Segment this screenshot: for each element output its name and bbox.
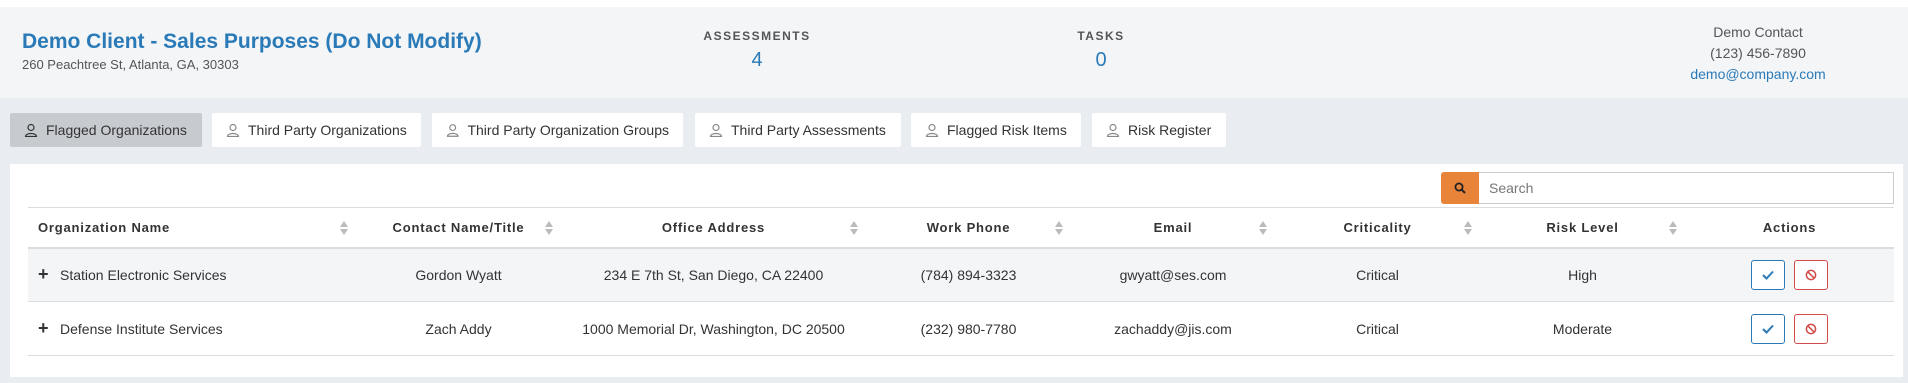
- ban-icon: [1806, 269, 1817, 281]
- sort-icon[interactable]: [850, 221, 858, 235]
- ban-icon: [1806, 323, 1817, 334]
- organization-name-cell: + Station Electronic Services: [28, 247, 356, 302]
- user-icon: [226, 123, 240, 137]
- sort-icon[interactable]: [1259, 221, 1267, 235]
- sort-icon[interactable]: [1055, 221, 1063, 235]
- table-header-row: Organization Name Contact Name/Title Off…: [28, 207, 1894, 249]
- check-icon: [1761, 324, 1774, 334]
- approve-button[interactable]: [1750, 313, 1785, 344]
- risk-level-cell: Moderate: [1480, 301, 1685, 356]
- tab-label: Third Party Organization Groups: [467, 122, 669, 138]
- user-icon: [709, 123, 723, 137]
- expand-plus-icon[interactable]: +: [38, 318, 50, 339]
- expand-plus-icon[interactable]: +: [38, 264, 50, 285]
- column-header-organization-name[interactable]: Organization Name: [28, 207, 356, 249]
- phone-cell: (784) 894-3323: [866, 247, 1071, 302]
- user-icon: [446, 124, 459, 137]
- user-icon: [925, 123, 939, 137]
- search-icon: [1454, 182, 1466, 194]
- client-name: Demo Client - Sales Purposes (Do Not Mod…: [22, 30, 482, 53]
- tab-label: Risk Register: [1128, 122, 1212, 138]
- tab-third-party-organization-groups[interactable]: Third Party Organization Groups: [432, 113, 683, 147]
- column-header-work-phone[interactable]: Work Phone: [866, 207, 1071, 249]
- sort-icon[interactable]: [1669, 221, 1677, 235]
- approve-button[interactable]: [1750, 259, 1785, 290]
- criticality-cell: Critical: [1275, 301, 1480, 356]
- table-row[interactable]: + Defense Institute Services Zach Addy 10…: [28, 301, 1894, 356]
- tab-label: Third Party Organizations: [248, 122, 407, 138]
- address-cell: 234 E 7th St, San Diego, CA 22400: [561, 247, 866, 302]
- stat-value: 4: [751, 49, 763, 71]
- risk-level-cell: High: [1480, 247, 1685, 302]
- column-header-criticality[interactable]: Criticality: [1275, 207, 1480, 249]
- check-icon: [1761, 270, 1774, 280]
- contact-email-link[interactable]: demo@company.com: [1658, 64, 1858, 85]
- user-icon: [1106, 123, 1120, 137]
- column-header-contact[interactable]: Contact Name/Title: [356, 207, 561, 249]
- actions-cell: [1685, 301, 1894, 356]
- stat-value: 0: [1095, 49, 1107, 71]
- stat-label: ASSESSMENTS: [703, 29, 811, 43]
- contact-phone: (123) 456-7890: [1710, 45, 1806, 61]
- organization-name-cell: + Defense Institute Services: [28, 301, 356, 356]
- contact-cell: Zach Addy: [356, 301, 561, 356]
- table-row[interactable]: + Station Electronic Services Gordon Wyat…: [28, 247, 1894, 302]
- tab-third-party-organizations[interactable]: Third Party Organizations: [212, 113, 421, 147]
- tasks-stat[interactable]: TASKS 0: [1001, 29, 1201, 72]
- client-address: 260 Peachtree St, Atlanta, GA, 30303: [22, 57, 239, 72]
- address-cell: 1000 Memorial Dr, Washington, DC 20500: [561, 301, 866, 356]
- contact-cell: Gordon Wyatt: [356, 247, 561, 302]
- stat-label: TASKS: [1077, 29, 1125, 43]
- tab-third-party-assessments[interactable]: Third Party Assessments: [695, 113, 901, 147]
- column-header-office-address[interactable]: Office Address: [561, 207, 866, 249]
- organizations-table: Organization Name Contact Name/Title Off…: [28, 207, 1894, 356]
- tab-risk-register[interactable]: Risk Register: [1092, 113, 1226, 147]
- tab-flagged-risk-items[interactable]: Flagged Risk Items: [911, 113, 1081, 147]
- sort-icon[interactable]: [545, 221, 553, 235]
- content-area: Flagged Organizations Third Party Organi…: [0, 98, 1908, 383]
- user-icon: [24, 123, 38, 137]
- flagged-organizations-panel: Organization Name Contact Name/Title Off…: [10, 164, 1903, 377]
- sort-icon[interactable]: [340, 221, 348, 235]
- tab-label: Flagged Risk Items: [947, 122, 1067, 138]
- email-cell: zachaddy@jis.com: [1071, 301, 1275, 356]
- tab-label: Flagged Organizations: [46, 122, 187, 138]
- sort-icon[interactable]: [1464, 221, 1472, 235]
- contact-name: Demo Contact: [1713, 24, 1803, 40]
- unflag-button[interactable]: [1794, 259, 1829, 290]
- contact-info: Demo Contact (123) 456-7890 demo@company…: [1658, 22, 1858, 85]
- column-header-email[interactable]: Email: [1071, 207, 1275, 249]
- search-input[interactable]: [1479, 172, 1894, 204]
- unflag-button[interactable]: [1794, 313, 1829, 344]
- search-button[interactable]: [1441, 172, 1479, 204]
- criticality-cell: Critical: [1275, 247, 1480, 302]
- tab-flagged-organizations[interactable]: Flagged Organizations: [10, 113, 202, 147]
- email-cell: gwyatt@ses.com: [1071, 247, 1275, 302]
- column-header-actions: Actions: [1685, 207, 1894, 249]
- column-header-risk-level[interactable]: Risk Level: [1480, 207, 1685, 249]
- client-header: Demo Client - Sales Purposes (Do Not Mod…: [0, 7, 1908, 98]
- tab-label: Third Party Assessments: [731, 122, 886, 138]
- assessments-stat[interactable]: ASSESSMENTS 4: [657, 29, 857, 72]
- actions-cell: [1685, 247, 1894, 302]
- phone-cell: (232) 980-7780: [866, 301, 1071, 356]
